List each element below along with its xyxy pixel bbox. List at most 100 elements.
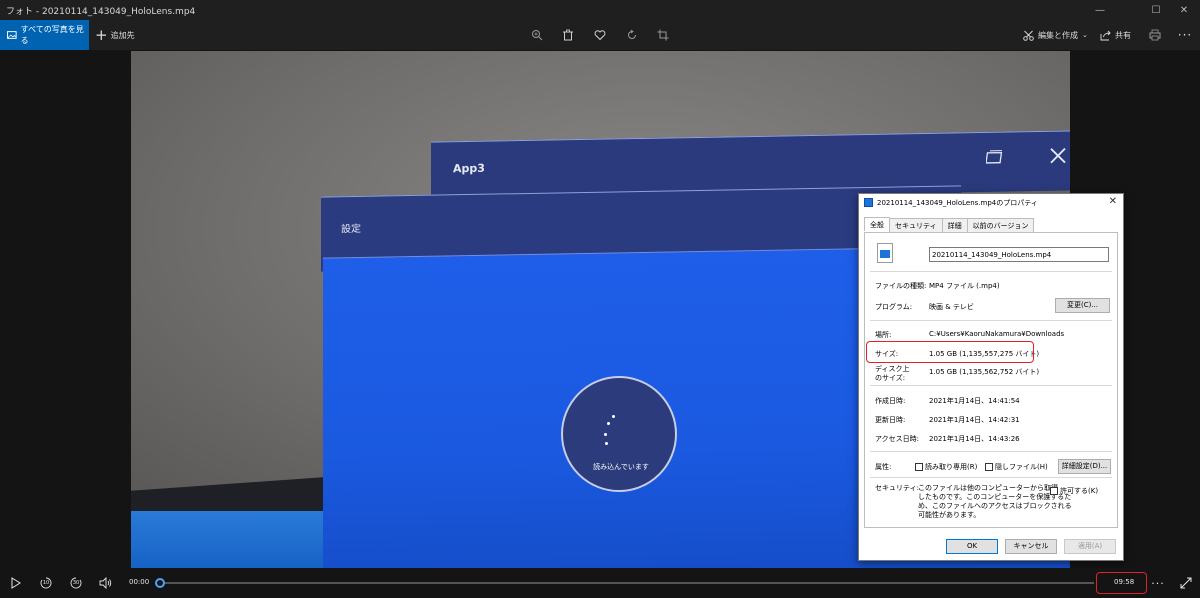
scissors-icon (1023, 30, 1034, 41)
general-tab-content: 20210114_143049_HoloLens.mp4 ファイルの種類: MP… (864, 232, 1118, 528)
share-label: 共有 (1115, 30, 1131, 40)
close-x-icon (1050, 147, 1066, 164)
settings-label: 設定 (341, 223, 361, 236)
tab-security[interactable]: セキュリティ (889, 218, 943, 232)
separator (870, 477, 1112, 478)
checkbox-box (985, 463, 993, 471)
share-icon (1100, 30, 1111, 40)
accessed-value: 2021年1月14日、14:43:26 (929, 435, 1020, 443)
more-icon[interactable]: ··· (1150, 575, 1166, 591)
more-options-icon[interactable]: ··· (1177, 27, 1193, 43)
playback-bar: 10 30 00:00 09:58 ··· (0, 568, 1200, 598)
disk-size-label-2: のサイズ: (875, 374, 906, 382)
properties-dialog: 20210114_143049_HoloLens.mp4のプロパティ ✕ 全般 … (858, 193, 1124, 561)
dialog-close-button[interactable]: ✕ (1109, 196, 1117, 207)
separator (870, 385, 1112, 386)
loading-indicator: 読み込んでいます (561, 376, 677, 492)
rotate-icon[interactable] (624, 27, 640, 43)
minimize-button[interactable]: — (1086, 0, 1114, 20)
loading-dot (612, 415, 615, 418)
all-photos-button[interactable]: すべての写真を見る (0, 20, 89, 50)
separator (870, 451, 1112, 452)
ok-button[interactable]: OK (946, 539, 998, 554)
skip-forward-label: 30 (72, 580, 80, 586)
skip-back-label: 10 (42, 580, 50, 586)
toolbar: すべての写真を見る + 追加先 編集と作成 ⌄ 共有 ··· (0, 20, 1200, 50)
checkbox-box (1050, 487, 1058, 495)
loading-label: 読み込んでいます (593, 463, 649, 471)
accessed-label: アクセス日時: (875, 435, 920, 443)
security-label: セキュリティ: (875, 484, 919, 492)
app3-label: App3 (453, 161, 485, 176)
modified-label: 更新日時: (875, 416, 906, 424)
photos-icon (7, 31, 17, 39)
apply-button[interactable]: 適用(A) (1064, 539, 1116, 554)
video-file-icon (864, 198, 873, 207)
tab-details[interactable]: 詳細 (941, 218, 968, 232)
size-highlight-box (866, 341, 1034, 363)
photos-app: フォト - 20210114_143049_HoloLens.mp4 — ☐ ✕… (0, 0, 1200, 598)
edit-create-button[interactable]: 編集と作成 ⌄ (1023, 20, 1088, 50)
close-button[interactable]: ✕ (1170, 0, 1198, 20)
dialog-title: 20210114_143049_HoloLens.mp4のプロパティ (877, 199, 1038, 207)
edit-create-label: 編集と作成 (1038, 30, 1078, 40)
cancel-button[interactable]: キャンセル (1005, 539, 1057, 554)
trash-icon[interactable] (560, 27, 576, 43)
program-value: 映画 & テレビ (929, 303, 974, 311)
readonly-checkbox[interactable]: 読み取り専用(R) (915, 462, 977, 472)
checkbox-box (915, 463, 923, 471)
maximize-button[interactable]: ☐ (1142, 0, 1170, 20)
volume-icon[interactable] (98, 575, 114, 591)
time-highlight-box (1096, 572, 1147, 594)
readonly-label: 読み取り専用(R) (925, 463, 978, 471)
crop-icon[interactable] (655, 27, 671, 43)
plus-icon: + (95, 25, 108, 44)
add-to-label: 追加先 (110, 30, 135, 40)
type-label: ファイルの種類: (875, 282, 927, 290)
loading-dot (607, 422, 610, 425)
allow-label: 許可する(K) (1060, 487, 1099, 495)
allow-checkbox[interactable]: 許可する(K) (1050, 486, 1098, 496)
security-text-4: 可能性があります。 (918, 511, 981, 519)
print-icon[interactable] (1147, 27, 1163, 43)
separator (870, 271, 1112, 272)
window-title: フォト - 20210114_143049_HoloLens.mp4 (6, 7, 196, 17)
attributes-label: 属性: (875, 463, 892, 471)
disk-size-value: 1.05 GB (1,135,562,752 バイト) (929, 368, 1040, 376)
share-button[interactable]: 共有 (1100, 20, 1131, 50)
type-value: MP4 ファイル (.mp4) (929, 282, 1000, 290)
window-mode-icon (986, 150, 1003, 164)
dialog-title-bar: 20210114_143049_HoloLens.mp4のプロパティ ✕ (859, 194, 1123, 211)
loading-dot (605, 442, 608, 445)
heart-icon[interactable] (592, 27, 608, 43)
location-label: 場所: (875, 331, 892, 339)
filename-field[interactable]: 20210114_143049_HoloLens.mp4 (929, 247, 1109, 262)
change-button[interactable]: 変更(C)... (1055, 298, 1110, 313)
seek-thumb[interactable] (155, 578, 165, 588)
play-icon[interactable] (8, 575, 24, 591)
tab-general[interactable]: 全般 (864, 217, 890, 231)
skip-back-button[interactable]: 10 (38, 575, 54, 591)
tab-previous-versions[interactable]: 以前のバージョン (966, 218, 1035, 232)
dialog-tabs: 全般 セキュリティ 詳細 以前のバージョン (864, 217, 1035, 232)
chevron-down-icon: ⌄ (1082, 31, 1088, 39)
zoom-icon[interactable] (529, 27, 545, 43)
modified-value: 2021年1月14日、14:42:31 (929, 416, 1020, 424)
created-value: 2021年1月14日、14:41:54 (929, 397, 1020, 405)
add-to-button[interactable]: + 追加先 (95, 20, 135, 50)
loading-dot (604, 433, 607, 436)
skip-forward-button[interactable]: 30 (68, 575, 84, 591)
seek-track[interactable] (159, 582, 1094, 584)
all-photos-label: すべての写真を見る (20, 25, 84, 45)
fullscreen-icon[interactable] (1178, 575, 1194, 591)
created-label: 作成日時: (875, 397, 906, 405)
floor-reflection (131, 511, 341, 568)
file-icon (877, 243, 893, 263)
hidden-label: 隠しファイル(H) (995, 463, 1048, 471)
location-value: C:¥Users¥KaoruNakamura¥Downloads (929, 330, 1065, 338)
advanced-button[interactable]: 詳細設定(D)... (1058, 459, 1111, 474)
title-bar: フォト - 20210114_143049_HoloLens.mp4 — ☐ ✕ (0, 0, 1200, 20)
program-label: プログラム: (875, 303, 913, 311)
separator (870, 320, 1112, 321)
hidden-checkbox[interactable]: 隠しファイル(H) (985, 462, 1048, 472)
